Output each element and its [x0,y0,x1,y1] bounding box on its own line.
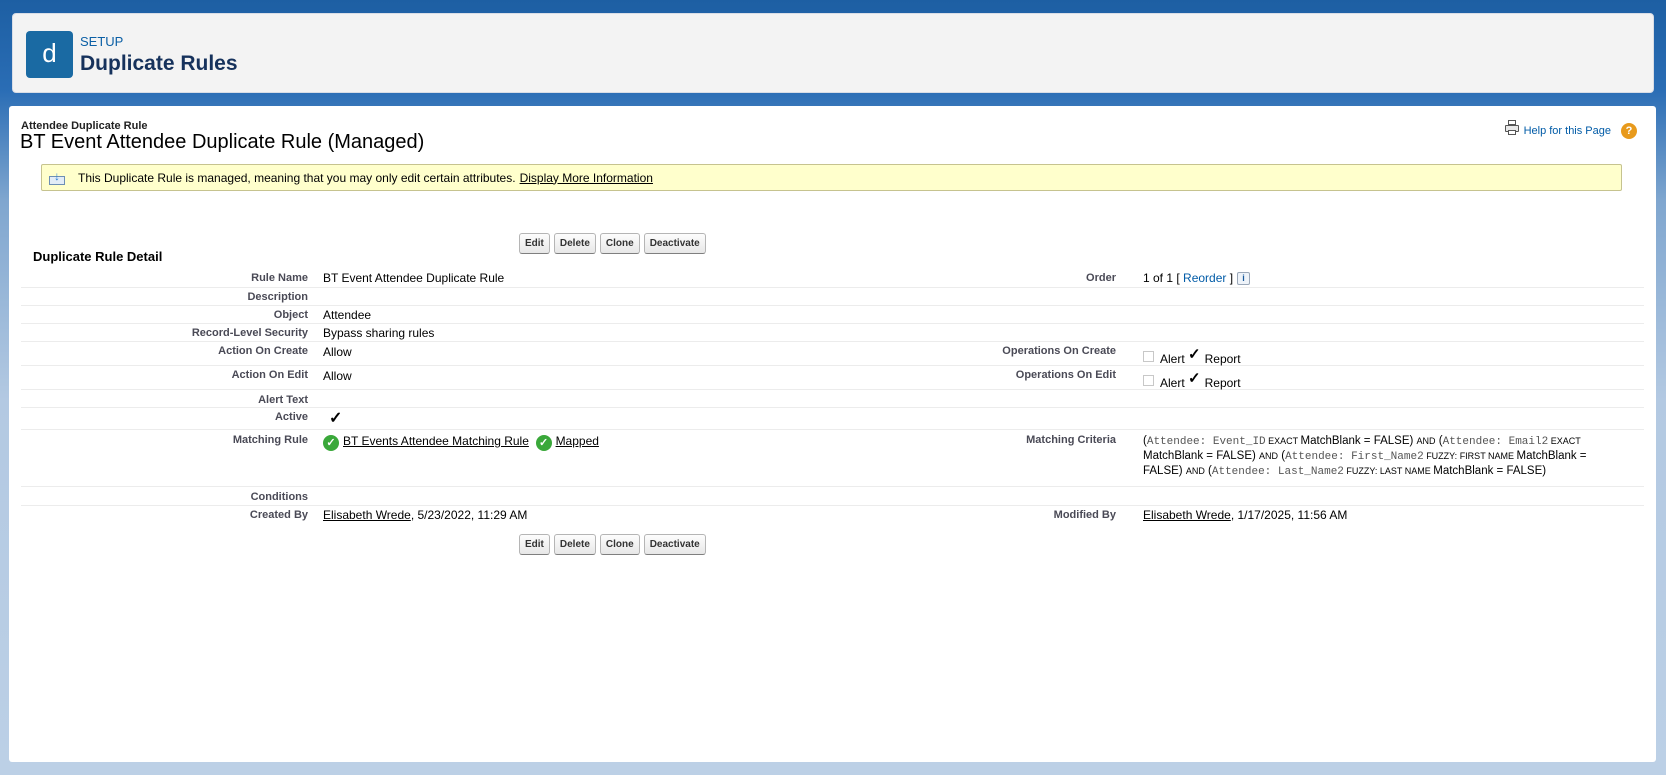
printer-icon[interactable] [1504,120,1520,136]
action-on-create-value: Allow [323,345,352,359]
edit-button[interactable]: Edit [519,534,550,555]
edit-button[interactable]: Edit [519,233,550,254]
checkmark-circle-icon: ✓ [323,435,339,451]
matching-criteria-label: Matching Criteria [1026,434,1116,446]
alert-text-label: Alert Text [258,394,308,406]
table-row: Conditions [21,487,1644,506]
mapped-link[interactable]: Mapped [556,434,599,448]
operations-on-edit-label: Operations On Edit [1015,369,1116,381]
page-title: BT Event Attendee Duplicate Rule (Manage… [20,131,425,153]
created-by-label: Created By [249,509,308,521]
operations-on-edit-value: Alert ✓ Report [1143,370,1241,391]
help-link[interactable]: Help for this Page [1524,125,1611,137]
managed-info-banner: ↓ This Duplicate Rule is managed, meanin… [41,164,1622,191]
report-label: Report [1204,376,1241,390]
table-row: Description [21,288,1644,306]
modified-by-label: Modified By [1053,509,1116,521]
detail-table: Rule Name BT Event Attendee Duplicate Ru… [21,268,1644,526]
modified-by-user-link[interactable]: Elisabeth Wrede [1143,508,1231,522]
matching-rule-value: ✓ BT Events Attendee Matching Rule ✓ Mappe… [323,434,599,451]
rule-name-value: BT Event Attendee Duplicate Rule [323,271,505,285]
table-row: Active ✓ [21,408,1644,430]
report-check-icon-edit: ✓ [1188,370,1201,387]
alert-label: Alert [1160,376,1185,390]
alert-checkbox-create [1143,351,1154,362]
table-row: Action On Create Allow Operations On Cre… [21,342,1644,366]
object-label: Object [273,309,308,321]
description-label: Description [247,291,308,303]
alert-label: Alert [1160,352,1185,366]
created-by-date: , 5/23/2022, 11:29 AM [410,508,528,522]
help-question-icon[interactable]: ? [1621,123,1637,139]
setup-app-icon: d [26,31,73,78]
operations-on-create-value: Alert ✓ Report [1143,346,1241,367]
help-for-this-page[interactable]: Help for this Page ? [1504,120,1637,139]
download-tray-icon: ↓ [49,170,65,186]
main-content: Attendee Duplicate Rule BT Event Attende… [9,106,1656,762]
breadcrumb-setup[interactable]: SETUP [80,34,123,49]
table-row: Alert Text [21,390,1644,408]
table-row: Rule Name BT Event Attendee Duplicate Ru… [21,268,1644,288]
matching-criteria-value: (Attendee: Event_ID EXACT MatchBlank = F… [1143,435,1587,478]
info-icon[interactable]: i [1237,272,1251,286]
report-label: Report [1204,352,1241,366]
table-row: Action On Edit Allow Operations On Edit … [21,366,1644,390]
clone-button[interactable]: Clone [599,233,640,254]
conditions-label: Conditions [250,491,308,503]
deactivate-button[interactable]: Deactivate [643,534,706,555]
created-by-value: Elisabeth Wrede, 5/23/2022, 11:29 AM [323,508,527,522]
header-title: Duplicate Rules [80,52,238,75]
operations-on-create-label: Operations On Create [1002,345,1116,357]
rule-name-label: Rule Name [251,272,308,284]
modified-by-date: , 1/17/2025, 11:56 AM [1230,508,1348,522]
clone-button[interactable]: Clone [599,534,640,555]
order-close: ] [1226,271,1234,285]
reorder-link[interactable]: Reorder [1183,271,1226,285]
checkmark-circle-icon: ✓ [535,435,552,451]
record-level-security-label: Record-Level Security [191,327,308,339]
action-on-edit-label: Action On Edit [231,369,308,381]
action-on-edit-value: Allow [323,369,352,383]
modified-by-value: Elisabeth Wrede, 1/17/2025, 11:56 AM [1143,508,1347,522]
matching-rule-label: Matching Rule [232,434,308,446]
table-row: Created By Elisabeth Wrede, 5/23/2022, 1… [21,506,1644,526]
banner-text: This Duplicate Rule is managed, meaning … [78,170,516,185]
report-check-icon-create: ✓ [1188,346,1201,363]
deactivate-button[interactable]: Deactivate [643,233,706,254]
table-row: Record-Level Security Bypass sharing rul… [21,324,1644,342]
order-label: Order [1086,272,1116,284]
display-more-information-link[interactable]: Display More Information [520,171,653,185]
table-row: Object Attendee [21,306,1644,324]
table-row: Matching Rule ✓ BT Events Attendee Matchi… [21,430,1644,487]
delete-button[interactable]: Delete [553,534,596,555]
record-level-security-value: Bypass sharing rules [323,326,435,340]
order-text: 1 of 1 [ [1143,271,1184,285]
active-check-icon: ✓ [329,410,343,427]
action-on-create-label: Action On Create [218,345,308,357]
alert-checkbox-edit [1143,375,1154,386]
object-value: Attendee [323,308,372,322]
delete-button[interactable]: Delete [553,233,596,254]
setup-header: d SETUP Duplicate Rules [12,13,1654,93]
detail-section-title: Duplicate Rule Detail [33,249,163,264]
active-label: Active [274,411,308,423]
bottom-button-row: Edit Delete Clone Deactivate [519,534,706,555]
order-value: 1 of 1 [ Reorder ] i [1143,271,1251,286]
created-by-user-link[interactable]: Elisabeth Wrede [323,508,411,522]
matching-rule-link[interactable]: BT Events Attendee Matching Rule [343,434,529,448]
top-button-row: Edit Delete Clone Deactivate [519,233,706,254]
